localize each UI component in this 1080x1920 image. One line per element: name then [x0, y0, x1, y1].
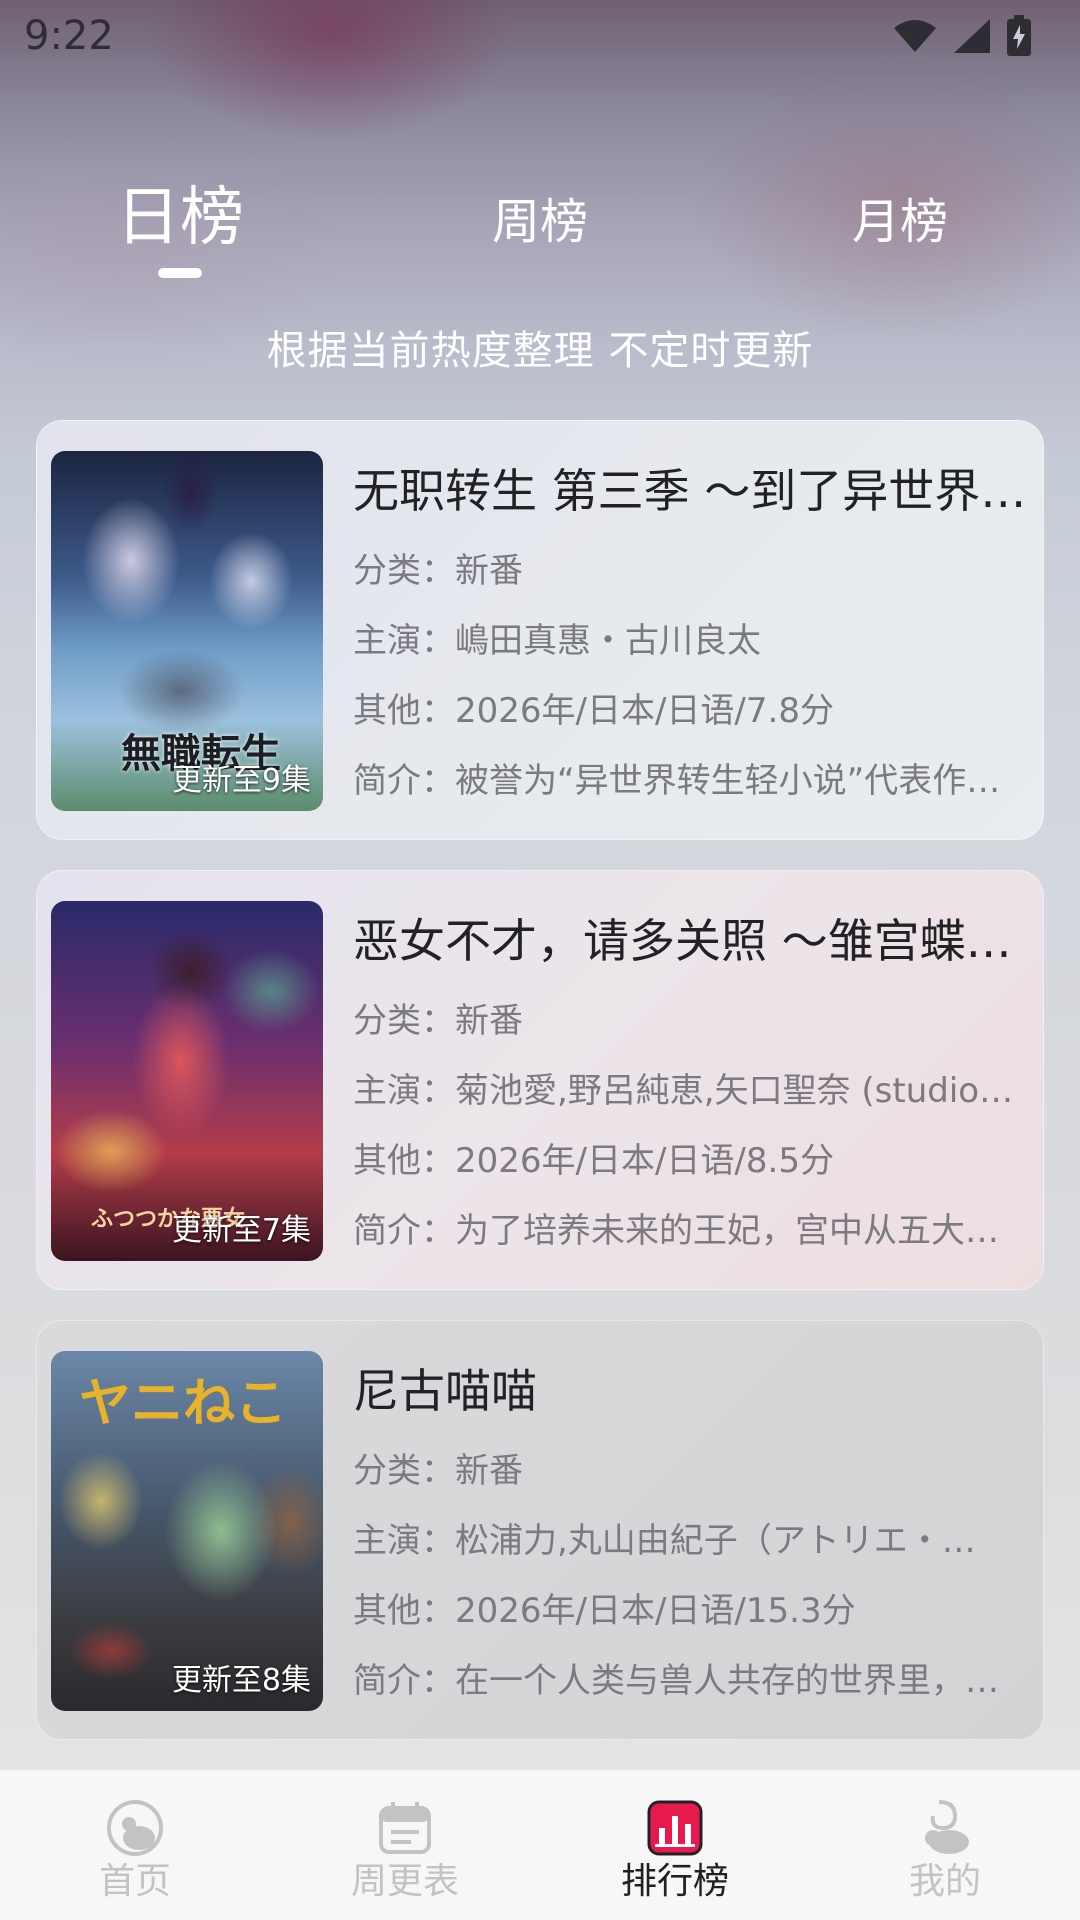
- tab-daily[interactable]: 日榜: [50, 170, 310, 280]
- anime-poster[interactable]: ふつつかな悪女 更新至7集: [51, 901, 323, 1261]
- nav-home-label: 首页: [98, 1861, 171, 1902]
- tab-monthly[interactable]: 月榜: [770, 170, 1030, 280]
- anime-summary: 简介：为了培养未来的王妃，宫中从五大…: [353, 1211, 999, 1251]
- anime-category: 分类：新番: [353, 1001, 523, 1041]
- status-icons: [892, 15, 1032, 57]
- anime-poster[interactable]: ヤニねこ 更新至8集: [51, 1351, 323, 1711]
- anime-cast: 主演：菊池愛,野呂純恵,矢口聖奈 (studio…: [353, 1071, 1014, 1111]
- anime-cast: 主演：嶋田真惠・古川良太: [353, 621, 761, 661]
- profile-icon: [925, 1800, 969, 1854]
- anime-title: 尼古喵喵: [353, 1364, 537, 1418]
- anime-card[interactable]: 無職転生 更新至9集 无职转生 第三季 ～到了异世界就拿出真本事～ 分类：新番 …: [36, 420, 1044, 840]
- nav-home[interactable]: 首页: [0, 1770, 270, 1920]
- bottom-nav: 首页 周更表 排行榜 我的: [0, 1770, 1080, 1920]
- ranking-tabs: 日榜 周榜 月榜: [0, 170, 1080, 290]
- anime-info: 无职转生 第三季 ～到了异世界就拿出真本事～ 分类：新番 主演：嶋田真惠・古川良…: [353, 451, 1029, 801]
- anime-other: 其他：2026年/日本/日语/15.3分: [353, 1591, 856, 1631]
- nav-schedule[interactable]: 周更表: [270, 1770, 540, 1920]
- anime-category: 分类：新番: [353, 551, 523, 591]
- anime-card[interactable]: ヤニねこ 更新至8集 尼古喵喵 分类：新番 主演：松浦力,丸山由紀子（アトリエ・…: [36, 1320, 1044, 1740]
- calendar-icon: [379, 1802, 431, 1854]
- poster-logo: ヤニねこ: [79, 1373, 288, 1434]
- home-icon: [107, 1800, 163, 1856]
- nav-profile-label: 我的: [908, 1861, 981, 1902]
- wifi-icon: [892, 18, 938, 54]
- anime-info: 尼古喵喵 分类：新番 主演：松浦力,丸山由紀子（アトリエ・… 其他：2026年/…: [353, 1351, 1029, 1701]
- ranking-icon: [647, 1800, 703, 1856]
- ranking-subtitle: 根据当前热度整理 不定时更新: [266, 328, 814, 374]
- episode-badge: 更新至9集: [171, 763, 311, 798]
- cellular-signal-icon: [952, 17, 992, 55]
- anime-info: 恶女不才，请多关照 ～雏宫蝶… 分类：新番 主演：菊池愛,野呂純恵,矢口聖奈 (…: [353, 901, 1029, 1251]
- nav-schedule-label: 周更表: [350, 1861, 459, 1902]
- anime-title: 无职转生 第三季 ～到了异世界就拿出真本事～: [353, 464, 1029, 518]
- tab-weekly[interactable]: 周榜: [410, 170, 670, 280]
- anime-summary: 简介：被誉为“异世界转生轻小说”代表作…: [353, 761, 1001, 801]
- nav-ranking-label: 排行榜: [620, 1861, 729, 1902]
- episode-badge: 更新至8集: [171, 1663, 311, 1698]
- anime-other: 其他：2026年/日本/日语/7.8分: [353, 691, 834, 731]
- status-bar: 9:22: [0, 0, 1080, 72]
- anime-category: 分类：新番: [353, 1451, 523, 1491]
- episode-badge: 更新至7集: [171, 1213, 311, 1248]
- battery-charging-icon: [1006, 15, 1032, 57]
- nav-profile[interactable]: 我的: [810, 1770, 1080, 1920]
- anime-title: 恶女不才，请多关照 ～雏宫蝶…: [353, 914, 1012, 968]
- tab-weekly-label: 周榜: [491, 194, 588, 250]
- anime-cast: 主演：松浦力,丸山由紀子（アトリエ・…: [353, 1521, 976, 1561]
- status-time: 9:22: [24, 13, 114, 59]
- nav-ranking[interactable]: 排行榜: [540, 1770, 810, 1920]
- anime-poster[interactable]: 無職転生 更新至9集: [51, 451, 323, 811]
- anime-card[interactable]: ふつつかな悪女 更新至7集 恶女不才，请多关照 ～雏宫蝶… 分类：新番 主演：菊…: [36, 870, 1044, 1290]
- anime-other: 其他：2026年/日本/日语/8.5分: [353, 1141, 834, 1181]
- tab-monthly-label: 月榜: [851, 194, 948, 250]
- tab-daily-label: 日榜: [116, 181, 244, 255]
- anime-summary: 简介：在一个人类与兽人共存的世界里，…: [353, 1661, 999, 1701]
- tab-active-indicator: [158, 268, 202, 278]
